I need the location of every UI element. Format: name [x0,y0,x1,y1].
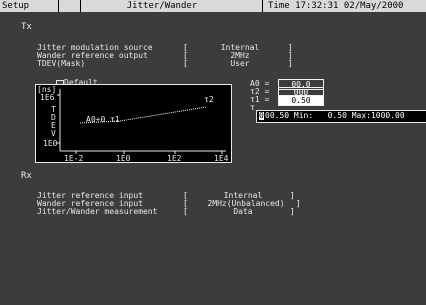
jitter-wander-measurement-select[interactable]: Data [197,208,289,216]
tx-section-label: Tx [21,22,32,32]
tau-symbol: τ [250,103,255,112]
divider [262,0,263,12]
bracket-right: ] [290,191,295,200]
bracket-right: ] [288,59,293,68]
t1-input[interactable]: 0.50 [278,95,324,106]
x-tick: 1E4 [214,154,229,163]
divider [58,0,59,12]
y-tick-1e6: 1E6 [40,93,55,102]
x-tick: 1E0 [116,154,131,163]
screen-title: Jitter/Wander [126,1,198,11]
t2-point-label: τ2 [204,95,214,104]
bracket-left: [ [183,59,188,68]
value-entry-popup[interactable]: 0 00.50 Min: 0.50 Max:1000.00 [256,110,426,123]
divider [80,0,81,12]
clock: Time 17:32:31 02/May/2000 [268,1,404,11]
a0-point-label: A0+0 τ1 [86,115,120,124]
bracket-left: [ [183,207,188,216]
setup-menu-tab[interactable]: Setup [2,1,29,11]
graph-canvas [57,89,226,154]
y-tick-1e0: 1E0 [43,139,58,148]
top-bar: Setup Jitter/Wander Time 17:32:31 02/May… [0,0,426,12]
x-tick: 1E-2 [64,154,84,163]
tdev-mask-select[interactable]: User [199,60,281,68]
x-tick: 1E2 [167,154,182,163]
bracket-right: ] [290,207,295,216]
bracket-right: ] [296,199,301,208]
popup-range-text: 00.50 Min: 0.50 Max:1000.00 [265,111,405,120]
edit-cursor[interactable]: 0 [259,112,264,120]
tdev-mask-label: TDEV(Mask) [37,59,86,68]
tdev-mask-graph: [ns] 1E6 T D E V 1E0 1E-2 1E0 1E2 1E4 A0… [35,84,232,163]
y-axis-letter: V [51,129,56,138]
jitter-wander-measurement-label: Jitter/Wander measurement [37,207,158,216]
rx-section-label: Rx [21,171,32,181]
